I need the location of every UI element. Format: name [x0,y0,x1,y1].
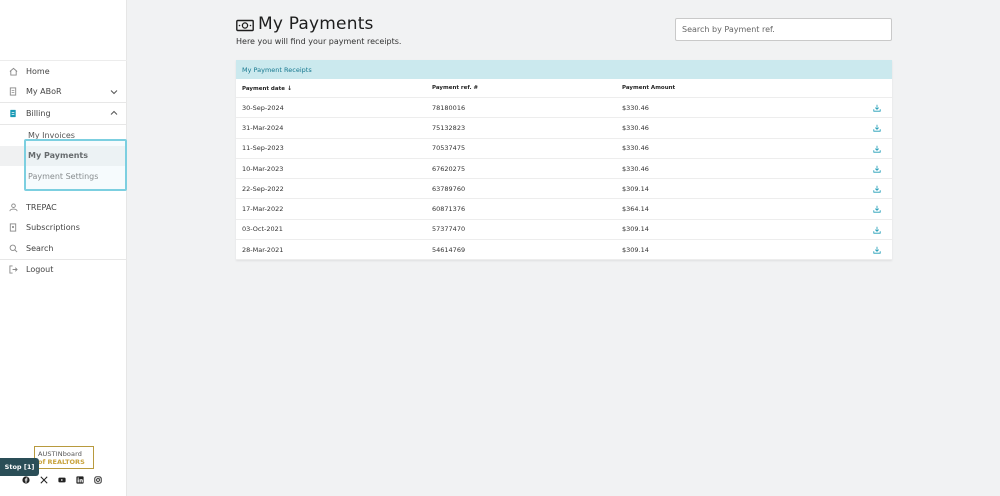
table-header-row: Payment date ↓ Payment ref. # Payment Amo… [236,79,892,98]
sidebar-item-label: Search [26,243,54,253]
table-caption: My Payment Receipts [236,60,892,79]
person-icon [8,202,18,212]
sidebar-item-trepac[interactable]: TREPAC [0,197,127,218]
sidebar-subitem-my-payments[interactable]: My Payments [0,145,127,166]
page-title: My Payments [258,14,374,34]
cell-payment-date: 11-Sep-2023 [242,144,284,153]
column-header-payment-amount: Payment Amount [622,85,676,91]
sidebar-item-subscriptions[interactable]: Subscriptions [0,218,127,239]
cell-payment-amount: $309.14 [622,184,649,193]
column-header-payment-ref: Payment ref. # [432,85,479,91]
sidebar-item-billing[interactable]: Billing [0,103,127,124]
sidebar-item-label: My ABoR [26,87,62,97]
cell-payment-date: 17-Mar-2022 [242,205,284,214]
linkedin-icon[interactable] [76,476,84,484]
sidebar-item-home[interactable]: Home [0,61,127,82]
billing-submenu: My Invoices My Payments Payment Settings [0,125,127,197]
table-row: 03-Oct-2021 57377470 $309.14 [236,220,892,241]
download-icon[interactable] [873,124,881,132]
cell-payment-amount: $309.14 [622,245,649,254]
logout-icon [8,265,18,275]
cell-payment-ref: 63789760 [432,184,466,193]
sidebar-item-my-abor[interactable]: My ABoR [0,82,127,103]
logo-text-board: board [62,449,82,458]
sort-down-icon[interactable]: ↓ [287,85,292,92]
page-subtitle: Here you will find your payment receipts… [236,37,402,46]
facebook-icon[interactable] [22,476,30,484]
cell-payment-amount: $330.46 [622,164,649,173]
table-row: 31-Mar-2024 75132823 $330.46 [236,118,892,139]
cell-payment-ref: 60871376 [432,205,466,214]
document-icon [8,87,18,97]
table-row: 11-Sep-2023 70537475 $330.46 [236,139,892,159]
cell-payment-date: 28-Mar-2021 [242,245,284,254]
cell-payment-date: 03-Oct-2021 [242,225,283,234]
sidebar-item-label: Billing [26,108,51,118]
cell-payment-ref: 70537475 [432,144,466,153]
cell-payment-ref: 67620275 [432,164,466,173]
cell-payment-amount: $330.46 [622,144,649,153]
cell-payment-ref: 78180016 [432,103,466,112]
social-links [22,476,102,484]
logo-text-austin: AUSTIN [38,449,63,458]
chevron-down-icon[interactable] [110,88,118,96]
table-row: 30-Sep-2024 78180016 $330.46 [236,98,892,119]
table-row: 17-Mar-2022 60871376 $364.14 [236,199,892,220]
billing-icon [8,108,18,118]
column-header-label: Payment date [242,85,285,92]
download-icon[interactable] [873,165,881,173]
stop-button[interactable]: Stop [1] [0,458,39,476]
sidebar-item-label: Subscriptions [26,223,80,233]
sidebar-item-label: Home [26,66,50,76]
table-body: 30-Sep-2024 78180016 $330.46 31-Mar-2024 751… [236,98,892,261]
logo-text-realtors: of REALTORS [38,457,85,466]
sidebar-item-label: TREPAC [26,202,57,212]
table-row: 10-Mar-2023 67620275 $330.46 [236,159,892,180]
sidebar: Home My ABoR Billing My Invoices My Paym… [0,0,127,496]
sidebar-item-search[interactable]: Search [0,238,127,259]
cell-payment-amount: $330.46 [622,123,649,132]
money-icon [236,19,254,32]
table-row: 28-Mar-2021 54614769 $309.14 [236,240,892,261]
instagram-icon[interactable] [94,476,102,484]
sidebar-item-label: Logout [26,265,54,275]
search-icon [8,243,18,253]
cell-payment-ref: 75132823 [432,123,466,132]
cell-payment-amount: $364.14 [622,205,649,214]
sidebar-subitem-my-invoices[interactable]: My Invoices [0,125,127,146]
table-row: 22-Sep-2022 63789760 $309.14 [236,179,892,200]
cell-payment-date: 22-Sep-2022 [242,184,284,193]
payment-receipts-table: My Payment Receipts Payment date ↓ Paymen… [236,60,892,261]
cell-payment-ref: 54614769 [432,245,466,254]
cell-payment-amount: $330.46 [622,103,649,112]
sidebar-subitem-payment-settings[interactable]: Payment Settings [0,166,127,187]
download-icon[interactable] [873,246,881,254]
cell-payment-amount: $309.14 [622,225,649,234]
cell-payment-ref: 57377470 [432,225,466,234]
home-icon [8,66,18,76]
download-icon[interactable] [873,205,881,214]
x-twitter-icon[interactable] [40,476,48,484]
download-icon[interactable] [873,104,881,112]
sidebar-nav: Home My ABoR Billing My Invoices My Paym… [0,60,127,280]
download-icon[interactable] [873,226,881,234]
cell-payment-date: 10-Mar-2023 [242,164,284,173]
column-header-payment-date[interactable]: Payment date ↓ [242,85,292,92]
download-icon[interactable] [873,145,881,153]
chevron-up-icon[interactable] [110,109,118,117]
youtube-icon[interactable] [58,476,66,484]
sidebar-item-logout[interactable]: Logout [0,260,127,281]
cell-payment-date: 30-Sep-2024 [242,103,284,112]
search-input[interactable] [675,18,892,41]
download-icon[interactable] [873,185,881,193]
austin-board-of-realtors-logo[interactable]: AUSTINboard of REALTORS [34,446,94,469]
cell-payment-date: 31-Mar-2024 [242,123,284,132]
subscriptions-icon [8,223,18,233]
